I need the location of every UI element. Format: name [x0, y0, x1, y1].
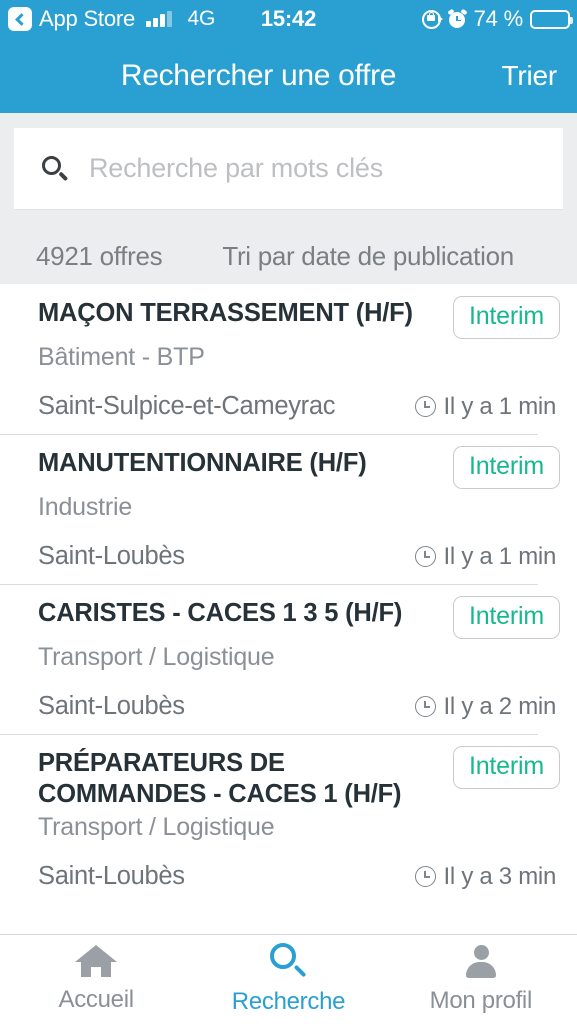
- home-icon: [75, 945, 118, 977]
- search-icon: [270, 943, 307, 979]
- job-publication-time: Il y a 1 min: [414, 392, 557, 421]
- tab-label: Mon profil: [429, 986, 533, 1014]
- job-card[interactable]: MAÇON TERRASSEMENT (H/F) Interim Bâtimen…: [0, 284, 577, 434]
- job-sector: Industrie: [38, 493, 133, 521]
- back-app-label[interactable]: App Store: [39, 6, 135, 32]
- navigation-bar: Rechercher une offre Trier: [0, 38, 577, 113]
- results-count-label: 4921 offres: [36, 241, 163, 271]
- job-city: Saint-Loubès: [38, 692, 185, 720]
- battery-icon: [530, 9, 573, 29]
- battery-percent-label: 74 %: [473, 6, 524, 31]
- alarm-clock-icon: [447, 8, 468, 29]
- results-meta-row: 4921 offres Tri par date de publication: [0, 229, 577, 284]
- bottom-tab-bar: Accueil Recherche Mon profil: [0, 934, 577, 1024]
- status-bar-left: App Store 4G: [0, 6, 215, 32]
- job-card-footer: Saint-Loubès Il y a 2 min: [38, 692, 563, 721]
- job-sector: Transport / Logistique: [38, 643, 275, 671]
- job-card-header: PRÉPARATEURS DE COMMANDES - CACES 1 (H/F…: [38, 746, 563, 809]
- search-bar[interactable]: [14, 128, 563, 210]
- job-card-header: MAÇON TERRASSEMENT (H/F) Interim: [38, 296, 563, 339]
- job-time-label: Il y a 2 min: [443, 692, 557, 720]
- tab-accueil[interactable]: Accueil: [0, 935, 192, 1024]
- rotation-lock-icon: [421, 9, 443, 29]
- job-sector: Transport / Logistique: [38, 813, 275, 842]
- contract-type-badge: Interim: [452, 596, 560, 639]
- search-icon: [42, 156, 69, 181]
- job-publication-time: Il y a 2 min: [414, 692, 557, 721]
- clock-icon: [414, 696, 436, 717]
- tab-label: Recherche: [231, 988, 346, 1015]
- job-publication-time: Il y a 3 min: [414, 862, 557, 891]
- job-title: MAÇON TERRASSEMENT (H/F): [38, 299, 413, 327]
- job-card-header: CARISTES - CACES 1 3 5 (H/F) Interim: [38, 596, 563, 639]
- job-card[interactable]: MANUTENTIONNAIRE (H/F) Interim Industrie…: [0, 434, 577, 584]
- job-card[interactable]: PRÉPARATEURS DE COMMANDES - CACES 1 (H/F…: [0, 734, 577, 904]
- job-card-footer: Saint-Loubès Il y a 3 min: [38, 862, 563, 891]
- tab-label: Accueil: [58, 986, 135, 1013]
- job-city: Saint-Loubès: [38, 862, 185, 891]
- sort-button[interactable]: Trier: [501, 60, 557, 92]
- status-bar: App Store 4G 15:42 74 %: [0, 0, 577, 38]
- chevron-left-icon[interactable]: [8, 7, 32, 31]
- job-time-label: Il y a 1 min: [443, 542, 557, 570]
- job-time-label: Il y a 1 min: [443, 392, 557, 420]
- job-card[interactable]: CARISTES - CACES 1 3 5 (H/F) Interim Tra…: [0, 584, 577, 734]
- network-type-label: 4G: [187, 7, 216, 30]
- tab-mon-profil[interactable]: Mon profil: [385, 935, 577, 1024]
- job-publication-time: Il y a 1 min: [414, 542, 557, 571]
- job-offer-list[interactable]: MAÇON TERRASSEMENT (H/F) Interim Bâtimen…: [0, 284, 577, 934]
- clock-icon: [414, 396, 436, 417]
- job-card-header: MANUTENTIONNAIRE (H/F) Interim: [38, 446, 563, 489]
- status-bar-right: 74 %: [421, 6, 573, 32]
- job-title: CARISTES - CACES 1 3 5 (H/F): [38, 599, 403, 627]
- search-zone: 4921 offres Tri par date de publication: [0, 113, 577, 284]
- job-title: MANUTENTIONNAIRE (H/F): [38, 449, 367, 477]
- cellular-signal-icon: [146, 11, 172, 27]
- app-screen: App Store 4G 15:42 74 % Rechercher une o…: [0, 0, 577, 1024]
- job-title: PRÉPARATEURS DE COMMANDES - CACES 1 (H/F…: [38, 749, 402, 808]
- tab-recherche[interactable]: Recherche: [192, 935, 384, 1024]
- search-input[interactable]: [89, 153, 529, 184]
- job-sector: Bâtiment - BTP: [38, 343, 205, 371]
- job-card-footer: Saint-Loubès Il y a 1 min: [38, 542, 563, 571]
- status-bar-clock: 15:42: [260, 6, 317, 31]
- person-icon: [463, 944, 499, 978]
- job-city: Saint-Loubès: [38, 542, 185, 570]
- job-card-footer: Saint-Sulpice-et-Cameyrac Il y a 1 min: [38, 392, 563, 421]
- job-time-label: Il y a 3 min: [443, 862, 557, 890]
- job-city: Saint-Sulpice-et-Cameyrac: [38, 392, 336, 420]
- clock-icon: [414, 546, 436, 567]
- clock-icon: [414, 866, 436, 888]
- page-title: Rechercher une offre: [120, 58, 397, 92]
- contract-type-badge: Interim: [452, 296, 560, 339]
- sort-mode-label[interactable]: Tri par date de publication: [222, 241, 514, 272]
- contract-type-badge: Interim: [452, 746, 560, 789]
- contract-type-badge: Interim: [452, 446, 560, 489]
